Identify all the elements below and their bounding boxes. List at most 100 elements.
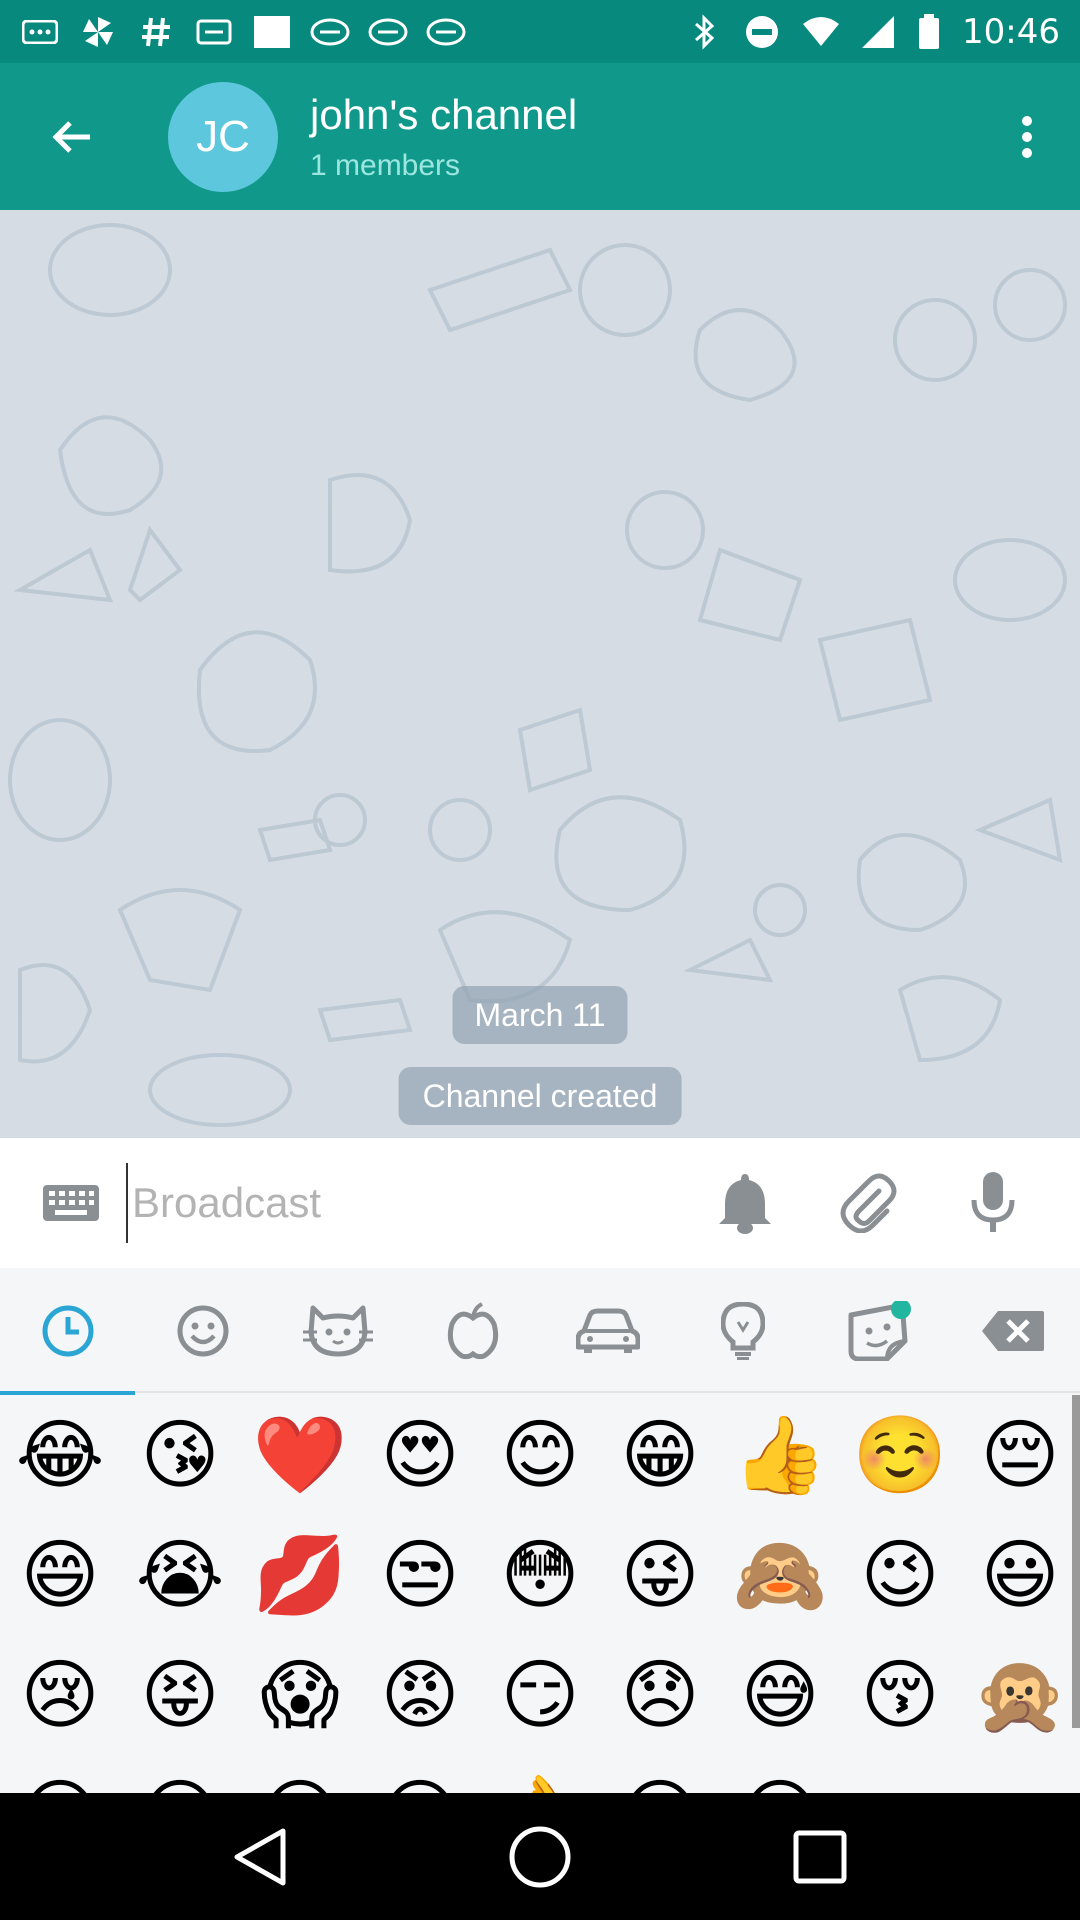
emoji-key[interactable]: 😍 xyxy=(360,1395,480,1515)
system-navigation-bar xyxy=(0,1793,1080,1920)
tab-food[interactable] xyxy=(405,1268,540,1393)
avatar[interactable]: JC xyxy=(168,81,278,192)
hashtag-icon xyxy=(136,14,176,50)
emoji-grid: 😂 😘 ❤️ 😍 😊 😁 👍 ☺️ 😔 😄 😭 💋 😒 😳 😜 🙈 😉 😃 😢 … xyxy=(0,1395,1070,1794)
nav-recents-button[interactable] xyxy=(770,1807,870,1907)
emoji-key[interactable]: 😄 xyxy=(0,1515,120,1635)
message-input[interactable] xyxy=(126,1163,686,1243)
emoji-key[interactable]: 😃 xyxy=(960,1515,1080,1635)
pinwheel-icon xyxy=(78,14,118,50)
battery-icon xyxy=(918,13,940,50)
members-count: 1 members xyxy=(310,148,461,182)
emoji-key[interactable]: 😂 xyxy=(0,1395,120,1515)
attach-button[interactable] xyxy=(814,1148,924,1258)
more-vert-icon xyxy=(1022,115,1032,158)
triangle-back-icon xyxy=(234,1828,286,1885)
service-message: Channel created xyxy=(398,1067,682,1125)
backspace-icon xyxy=(981,1310,1044,1351)
signal-icon xyxy=(860,14,896,50)
tab-travel[interactable] xyxy=(540,1268,675,1393)
tab-objects[interactable] xyxy=(675,1268,810,1393)
keyboard-icon xyxy=(43,1185,99,1221)
emoji-key[interactable]: 🙊 xyxy=(960,1635,1080,1755)
emoji-key[interactable]: 😊 xyxy=(480,1395,600,1515)
silent-broadcast-button[interactable] xyxy=(690,1148,800,1258)
emoji-key[interactable]: 😳 xyxy=(480,1515,600,1635)
chat-area[interactable]: March 11 Channel created xyxy=(0,210,1080,1138)
status-bar: 10:46 xyxy=(0,0,1080,63)
emoji-key[interactable]: 😔 xyxy=(960,1395,1080,1515)
circle-home-icon xyxy=(509,1826,571,1887)
chat-header: JC john's channel 1 members xyxy=(0,63,1080,210)
emoji-key[interactable]: 😱 xyxy=(240,1635,360,1755)
emoji-key[interactable]: 😭 xyxy=(120,1515,240,1635)
emoji-key[interactable]: 😘 xyxy=(120,1395,240,1515)
ticket-icon xyxy=(194,14,234,50)
emoji-key[interactable]: 😉 xyxy=(840,1515,960,1635)
tab-smileys[interactable] xyxy=(135,1268,270,1393)
emoji-key[interactable]: 😐 xyxy=(600,1755,720,1794)
tab-animals[interactable] xyxy=(270,1268,405,1393)
emoji-key[interactable]: 😡 xyxy=(360,1635,480,1755)
bell-icon xyxy=(719,1174,771,1234)
emoji-key[interactable]: 😀 xyxy=(0,1755,120,1794)
arrow-left-icon xyxy=(52,120,90,153)
news-icon xyxy=(310,14,350,50)
do-not-disturb-icon xyxy=(744,14,780,50)
voice-record-button[interactable] xyxy=(938,1148,1048,1258)
more-options-button[interactable] xyxy=(982,77,1072,197)
emoji-key[interactable]: 😝 xyxy=(120,1635,240,1755)
emoji-key[interactable]: 💋 xyxy=(240,1515,360,1635)
emoji-key[interactable]: 😜 xyxy=(600,1515,720,1635)
emoji-key[interactable]: 😋 xyxy=(240,1755,360,1794)
smiley-icon xyxy=(177,1305,228,1356)
grid-dots-icon xyxy=(20,14,60,50)
emoji-key[interactable]: ❤️ xyxy=(240,1395,360,1515)
sticker-icon xyxy=(848,1300,911,1361)
page-title: john's channel xyxy=(310,90,578,138)
emoji-key[interactable]: 👍 xyxy=(720,1395,840,1515)
notification-icons xyxy=(20,14,466,50)
lightbulb-icon xyxy=(720,1301,765,1360)
emoji-key[interactable]: 😎 xyxy=(360,1755,480,1794)
emoji-panel: 😂 😘 ❤️ 😍 😊 😁 👍 ☺️ 😔 😄 😭 💋 😒 😳 😜 🙈 😉 😃 😢 … xyxy=(0,1268,1080,1793)
emoji-key[interactable]: 😌 xyxy=(120,1755,240,1794)
emoji-category-tabs xyxy=(0,1268,1080,1395)
square-recents-icon xyxy=(793,1830,847,1883)
keyboard-toggle-button[interactable] xyxy=(16,1148,126,1258)
emoji-key[interactable]: 😞 xyxy=(600,1635,720,1755)
back-button[interactable] xyxy=(12,77,132,197)
tab-stickers[interactable] xyxy=(810,1268,945,1393)
bluetooth-icon xyxy=(686,13,722,50)
emoji-key[interactable]: 😢 xyxy=(0,1635,120,1755)
nav-back-button[interactable] xyxy=(210,1807,310,1907)
emoji-key[interactable]: 👌 xyxy=(480,1755,600,1794)
emoji-key[interactable]: 😅 xyxy=(720,1635,840,1755)
clock-icon xyxy=(42,1305,93,1356)
cat-icon xyxy=(302,1305,373,1356)
emoji-key[interactable]: 😚 xyxy=(840,1635,960,1755)
system-tray: 10:46 xyxy=(686,12,1060,52)
date-separator: March 11 xyxy=(452,986,628,1044)
emoji-scrollbar[interactable] xyxy=(1072,1395,1080,1728)
microphone-icon xyxy=(971,1172,1015,1232)
message-composer xyxy=(0,1138,1080,1268)
news-icon xyxy=(368,14,408,50)
clock-time: 10:46 xyxy=(962,11,1060,52)
emoji-key[interactable]: 😒 xyxy=(360,1515,480,1635)
emoji-key[interactable]: 🙈 xyxy=(720,1515,840,1635)
car-icon xyxy=(575,1308,640,1353)
paperclip-icon xyxy=(840,1173,897,1233)
tab-delete[interactable] xyxy=(945,1268,1080,1393)
apple-icon xyxy=(447,1301,498,1359)
news-icon xyxy=(426,14,466,50)
tab-recent[interactable] xyxy=(0,1268,135,1395)
emoji-key[interactable]: 😆 xyxy=(720,1755,840,1794)
emoji-key[interactable]: 😏 xyxy=(480,1635,600,1755)
emoji-key[interactable]: ☺️ xyxy=(840,1395,960,1515)
chat-title-block[interactable]: john's channel 1 members xyxy=(310,91,577,183)
blank-card-icon xyxy=(252,14,292,50)
nav-home-button[interactable] xyxy=(490,1807,590,1907)
emoji-key[interactable]: 😁 xyxy=(600,1395,720,1515)
wifi-icon xyxy=(802,14,840,50)
